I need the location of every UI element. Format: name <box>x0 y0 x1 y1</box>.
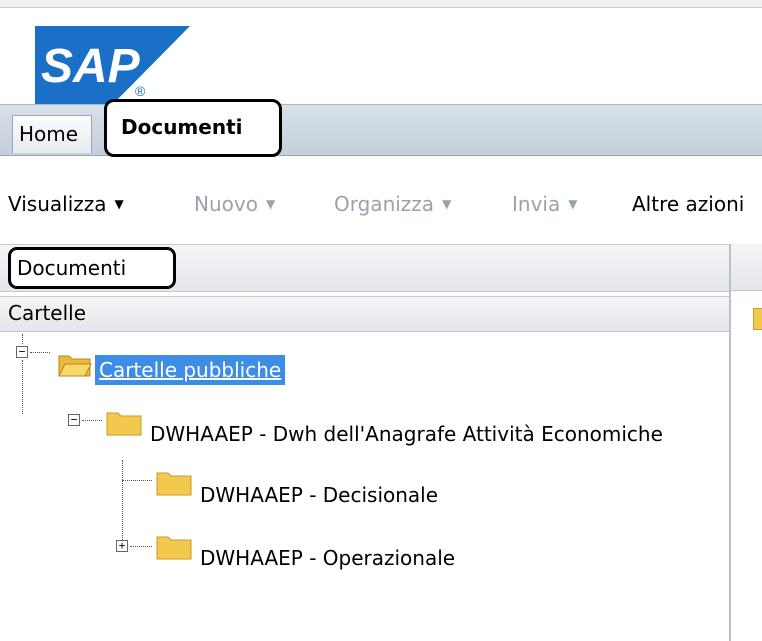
tree-node-cartelle-pubbliche[interactable]: Cartelle pubbliche <box>95 355 286 385</box>
organizza-label: Organizza <box>334 192 435 216</box>
collapse-icon[interactable]: − <box>68 414 80 426</box>
registered-mark: ® <box>135 83 146 99</box>
documenti-section-title[interactable]: Documenti <box>8 247 176 289</box>
content-pane <box>729 244 762 641</box>
tree-node-dwh-anagrafe[interactable]: DWHAAEP - Dwh dell'Anagrafe Attività Eco… <box>150 422 663 446</box>
chevron-down-icon: ▼ <box>442 197 452 211</box>
open-folder-icon <box>58 355 92 377</box>
altre-azioni-menu[interactable]: Altre azioni <box>632 192 744 216</box>
tree-node-operazionale[interactable]: DWHAAEP - Operazionale <box>200 546 455 570</box>
visualizza-menu[interactable]: Visualizza ▼ <box>8 192 124 216</box>
cartelle-section-title[interactable]: Cartelle <box>8 300 86 326</box>
folder-icon <box>156 472 192 496</box>
tab-home[interactable]: Home <box>12 115 92 153</box>
expand-icon[interactable]: + <box>116 540 128 552</box>
altre-azioni-label: Altre azioni <box>632 192 745 216</box>
nuovo-label: Nuovo <box>194 192 258 216</box>
nuovo-menu[interactable]: Nuovo ▼ <box>194 192 275 216</box>
cartelle-header-band <box>0 296 729 332</box>
folder-icon <box>156 536 192 560</box>
sap-logo-text: SAP <box>41 40 141 93</box>
invia-label: Invia <box>512 192 561 216</box>
tree-connector <box>130 546 152 547</box>
visualizza-label: Visualizza <box>8 192 107 216</box>
tree-connector <box>122 480 152 481</box>
sap-logo: SAP ® <box>35 26 190 104</box>
tree-connector <box>22 334 23 344</box>
folder-icon <box>106 412 142 436</box>
tree-connector <box>122 460 123 540</box>
toolbar: Visualizza ▼ Nuovo ▼ Organizza ▼ Invia ▼ Alt… <box>0 166 762 244</box>
chevron-down-icon: ▼ <box>114 197 124 211</box>
content-pane-header <box>731 244 762 291</box>
chevron-down-icon: ▼ <box>568 197 578 211</box>
tree-node-decisionale[interactable]: DWHAAEP - Decisionale <box>200 483 438 507</box>
tab-bar: Home Documenti <box>0 99 762 157</box>
tree-connector <box>30 352 50 353</box>
invia-menu[interactable]: Invia ▼ <box>512 192 577 216</box>
organizza-menu[interactable]: Organizza ▼ <box>334 192 451 216</box>
top-rule <box>0 0 762 8</box>
folder-icon <box>753 308 762 330</box>
collapse-icon[interactable]: − <box>16 346 28 358</box>
tab-documenti[interactable]: Documenti <box>104 99 282 157</box>
tree-connector <box>22 360 23 414</box>
chevron-down-icon: ▼ <box>265 197 276 211</box>
tree-connector <box>82 420 102 421</box>
